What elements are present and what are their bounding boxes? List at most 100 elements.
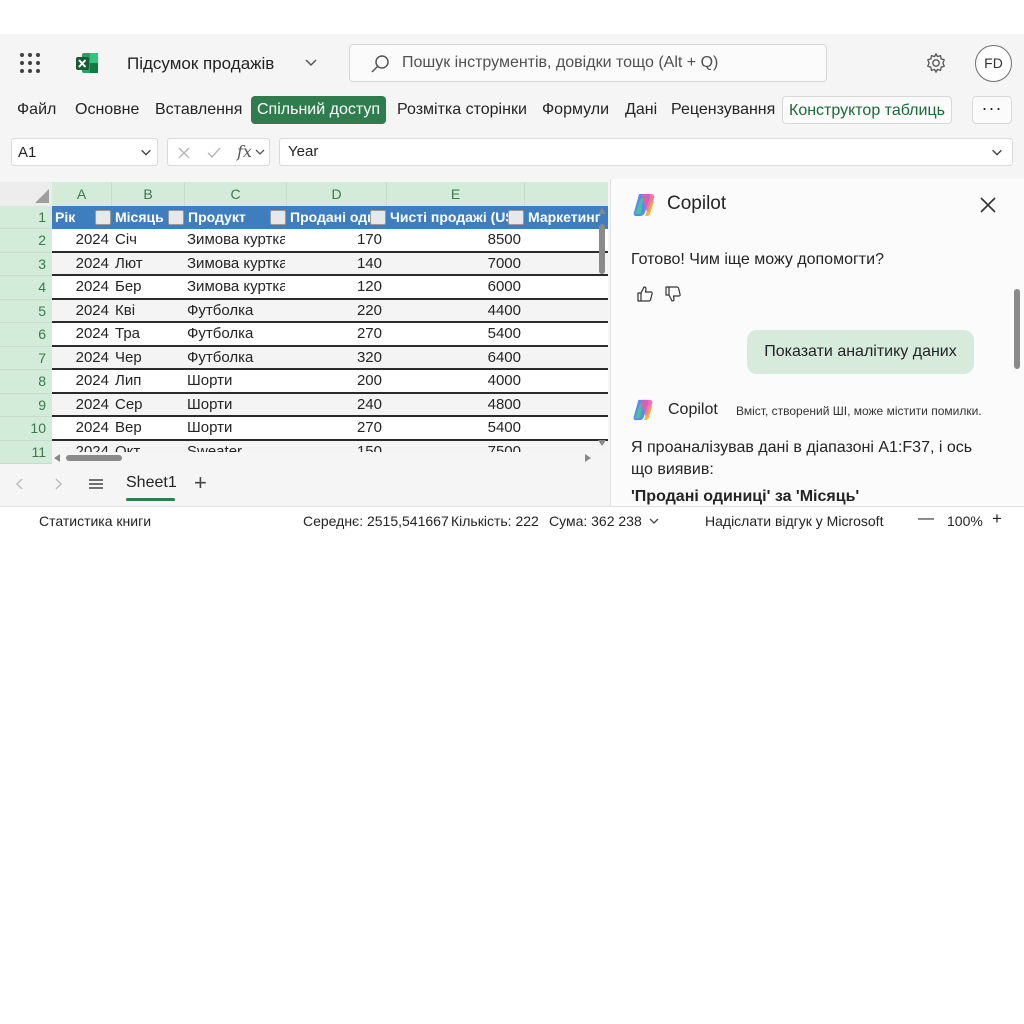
header-cell-marketing[interactable]: Маркетинг	[525, 206, 608, 229]
cell-product[interactable]: Зимова куртка	[187, 253, 285, 275]
vertical-scrollbar[interactable]	[597, 204, 607, 454]
cell-month[interactable]: Бер	[115, 276, 181, 298]
horizontal-scrollbar[interactable]	[52, 452, 608, 464]
add-sheet-button[interactable]: +	[194, 470, 207, 496]
cell-units-sold[interactable]: 320	[287, 347, 382, 369]
cell-year[interactable]: 2024	[55, 300, 109, 322]
feedback-link[interactable]: Надіслати відгук у Microsoft	[705, 513, 883, 529]
cell-product[interactable]: Шорти	[187, 417, 285, 439]
workbook-statistics[interactable]: Статистика книги	[39, 513, 151, 529]
cell-month[interactable]: Лип	[115, 370, 181, 392]
cell-year[interactable]: 2024	[55, 370, 109, 392]
row-header[interactable]: 11	[0, 440, 52, 464]
cell-units-sold[interactable]: 270	[287, 323, 382, 345]
scroll-down-icon[interactable]	[598, 440, 606, 446]
cell-units-sold[interactable]: 270	[287, 417, 382, 439]
row-header[interactable]: 2	[0, 229, 52, 253]
cell-units-sold[interactable]: 140	[287, 253, 382, 275]
column-header-e[interactable]: E	[387, 182, 525, 206]
cell-net-sales[interactable]: 7000	[387, 253, 521, 275]
scroll-right-icon[interactable]	[585, 454, 591, 462]
cell-year[interactable]: 2024	[55, 347, 109, 369]
name-box[interactable]: A1	[11, 138, 158, 166]
tab-file[interactable]: Файл	[11, 96, 62, 124]
cell-product[interactable]: Футболка	[187, 347, 285, 369]
row-header[interactable]: 6	[0, 323, 52, 347]
filter-sort-icon[interactable]	[95, 210, 111, 225]
cell-month[interactable]: Тра	[115, 323, 181, 345]
column-header-c[interactable]: C	[185, 182, 287, 206]
cell-product[interactable]: Зимова куртка	[187, 276, 285, 298]
tab-review[interactable]: Рецензування	[665, 96, 781, 124]
cell-product[interactable]: Шорти	[187, 370, 285, 392]
copilot-scrollbar[interactable]	[1014, 289, 1020, 369]
cell-units-sold[interactable]: 120	[287, 276, 382, 298]
scroll-up-icon[interactable]	[598, 208, 606, 214]
cell-units-sold[interactable]: 220	[287, 300, 382, 322]
cell-year[interactable]: 2024	[55, 323, 109, 345]
row-header[interactable]: 4	[0, 276, 52, 300]
row-header[interactable]: 10	[0, 417, 52, 441]
filter-dropdown-icon[interactable]	[370, 210, 386, 225]
scroll-left-icon[interactable]	[54, 454, 60, 462]
cell-net-sales[interactable]: 4800	[387, 394, 521, 416]
formula-input[interactable]: Year	[279, 138, 1013, 166]
cell-month[interactable]: Сер	[115, 394, 181, 416]
cell-year[interactable]: 2024	[55, 276, 109, 298]
table-row[interactable]: 2024 Тра Футболка 270 5400	[52, 323, 608, 347]
header-cell-month[interactable]: Місяць	[112, 206, 185, 229]
search-input[interactable]: Пошук інструментів, довідки тощо (Alt + …	[349, 44, 827, 82]
tab-page-layout[interactable]: Розмітка сторінки	[391, 96, 533, 124]
cell-month[interactable]: Кві	[115, 300, 181, 322]
table-row[interactable]: 2024 Лип Шорти 200 4000	[52, 370, 608, 394]
filter-dropdown-icon[interactable]	[508, 210, 524, 225]
gear-icon[interactable]	[925, 52, 947, 74]
insert-function-button[interactable]: fx	[237, 142, 252, 161]
zoom-level[interactable]: 100%	[947, 513, 983, 529]
filter-dropdown-icon[interactable]	[168, 210, 184, 225]
cell-net-sales[interactable]: 5400	[387, 417, 521, 439]
cell-product[interactable]: Зимова куртка	[187, 229, 285, 251]
tab-formulas[interactable]: Формули	[536, 96, 615, 124]
cell-year[interactable]: 2024	[55, 253, 109, 275]
filter-dropdown-icon[interactable]	[270, 210, 286, 225]
chevron-down-icon[interactable]	[255, 147, 265, 157]
table-row[interactable]: 2024 Кві Футболка 220 4400	[52, 299, 608, 323]
suggestion-button[interactable]: Показати аналітику даних	[747, 330, 974, 374]
table-row[interactable]: 2024 Лют Зимова куртка 140 7000	[52, 252, 608, 276]
tab-table-design[interactable]: Конструктор таблиць	[782, 96, 952, 124]
chevron-down-icon[interactable]	[139, 145, 153, 159]
tab-data[interactable]: Дані	[619, 96, 663, 124]
next-sheet-icon[interactable]	[50, 476, 66, 492]
all-sheets-menu-icon[interactable]	[88, 476, 104, 492]
chevron-down-icon[interactable]	[649, 517, 659, 525]
row-header[interactable]: 7	[0, 346, 52, 370]
cell-units-sold[interactable]: 240	[287, 394, 382, 416]
cell-net-sales[interactable]: 4400	[387, 300, 521, 322]
cell-month[interactable]: Чер	[115, 347, 181, 369]
row-header[interactable]: 8	[0, 370, 52, 394]
cell-net-sales[interactable]: 6400	[387, 347, 521, 369]
header-cell-units-sold[interactable]: Продані оди	[287, 206, 387, 229]
cell-year[interactable]: 2024	[55, 394, 109, 416]
header-cell-year[interactable]: Рік	[52, 206, 112, 229]
tab-share[interactable]: Спільний доступ	[251, 96, 387, 124]
cell-net-sales[interactable]: 4000	[387, 370, 521, 392]
cell-units-sold[interactable]: 170	[287, 229, 382, 251]
chevron-down-icon[interactable]	[303, 54, 319, 70]
table-row[interactable]: 2024 Вер Шорти 270 5400	[52, 417, 608, 441]
row-header[interactable]: 1	[0, 206, 52, 229]
document-title[interactable]: Підсумок продажів	[127, 54, 274, 74]
column-header-b[interactable]: B	[112, 182, 185, 206]
more-options-button[interactable]: ···	[972, 96, 1012, 124]
tab-insert[interactable]: Вставлення	[149, 96, 248, 124]
sheet-tab-sheet1[interactable]: Sheet1	[126, 474, 177, 492]
avatar[interactable]: FD	[975, 45, 1012, 82]
header-cell-net-sales[interactable]: Чисті продажі (US	[387, 206, 525, 229]
cell-net-sales[interactable]: 8500	[387, 229, 521, 251]
table-row[interactable]: 2024 Чер Футболка 320 6400	[52, 346, 608, 370]
zoom-out-button[interactable]: —	[918, 510, 934, 528]
column-header-f[interactable]	[525, 182, 608, 206]
cell-net-sales[interactable]: 5400	[387, 323, 521, 345]
previous-sheet-icon[interactable]	[12, 476, 28, 492]
